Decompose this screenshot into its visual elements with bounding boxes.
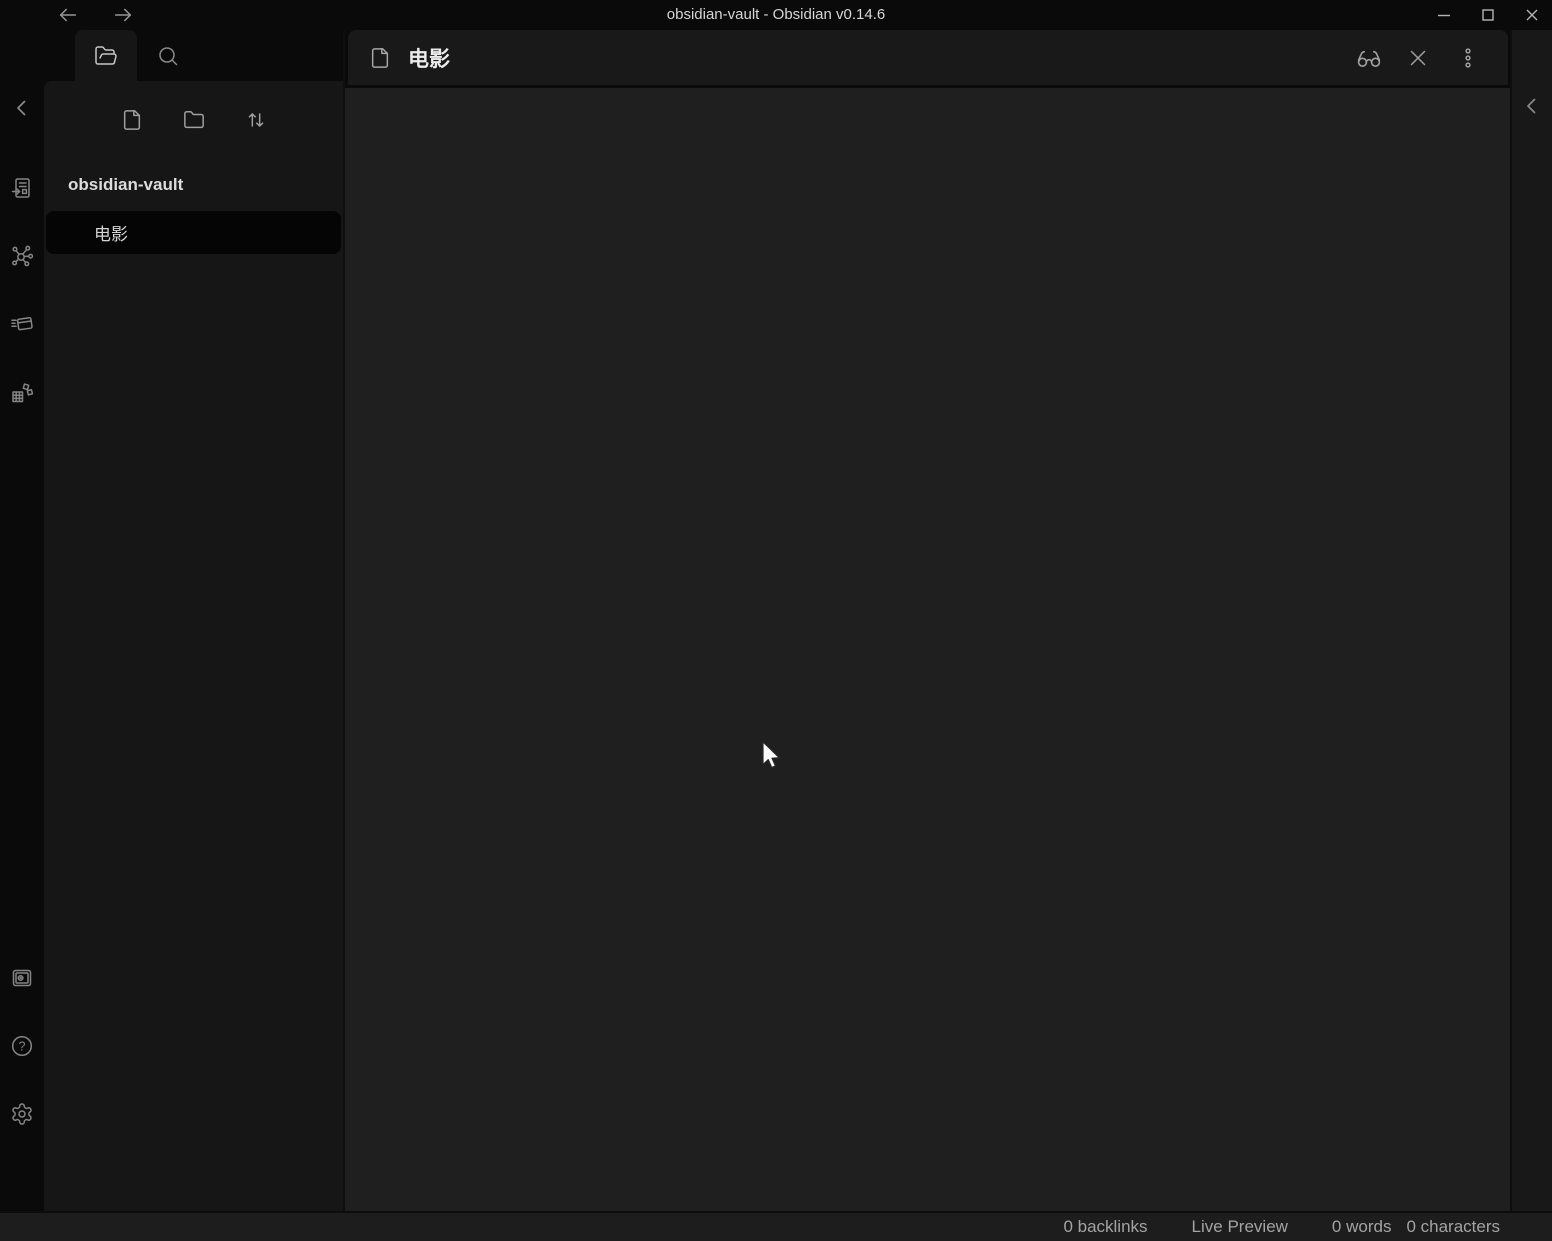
more-options-button[interactable] [1456,46,1480,70]
svg-text:?: ? [19,1039,26,1053]
new-folder-icon [183,109,205,131]
titlebar[interactable]: obsidian-vault - Obsidian v0.14.6 [0,0,1552,30]
close-icon [1406,46,1430,70]
word-count: 0 words [1332,1217,1392,1237]
vault-name: obsidian-vault [44,175,343,195]
reading-view-button[interactable] [1356,46,1380,70]
sort-order-icon [245,109,267,131]
reading-view-icon [1356,46,1382,72]
window-controls [1432,0,1544,30]
graph-view-button[interactable] [10,244,34,268]
maximize-button[interactable] [1476,3,1500,27]
chevron-left-icon [10,96,34,120]
quick-switcher-icon [10,176,34,200]
sidebar-tab-bar [44,30,343,81]
new-note-button[interactable] [121,109,143,131]
window-title: obsidian-vault - Obsidian v0.14.6 [0,0,1552,30]
settings-button[interactable] [10,1102,34,1126]
view-header: 电影 [348,30,1508,85]
expand-right-sidebar-button[interactable] [1520,94,1544,118]
main-pane: 电影 [345,30,1510,1211]
minimize-icon [1436,7,1452,23]
vault-switcher-button[interactable] [10,966,34,990]
character-count: 0 characters [1406,1217,1500,1237]
close-window-button[interactable] [1520,3,1544,27]
random-note-icon [10,380,34,404]
editor-mode-toggle[interactable]: Live Preview [1192,1217,1288,1237]
tab-file-explorer[interactable] [75,30,137,81]
new-folder-button[interactable] [183,109,205,131]
document-icon [369,47,391,69]
maximize-icon [1480,7,1496,23]
tab-search[interactable] [137,30,199,81]
search-icon [156,44,180,68]
left-ribbon: ? [0,30,44,1211]
settings-icon [10,1102,34,1126]
random-note-button[interactable] [10,380,34,404]
file-explorer-pane: obsidian-vault 电影 [44,81,343,1211]
file-tree-item-selected[interactable]: 电影 [46,211,341,254]
editor-area[interactable] [345,88,1510,1211]
left-sidebar: obsidian-vault 电影 [44,30,345,1211]
graph-view-icon [10,244,34,268]
sort-order-button[interactable] [245,109,267,131]
right-sidebar-collapsed [1510,30,1552,1211]
close-icon [1524,7,1540,23]
file-explorer-actions [44,81,343,131]
note-title: 电影 [408,43,450,73]
vault-switcher-icon [10,966,34,990]
quick-switcher-button[interactable] [10,176,34,200]
collapse-left-sidebar-button[interactable] [10,96,34,120]
more-options-icon [1456,46,1480,70]
new-note-icon [121,109,143,131]
new-zettelkasten-note-button[interactable] [10,312,34,336]
file-title: 电影 [94,220,128,245]
view-header-actions [1356,46,1480,70]
minimize-button[interactable] [1432,3,1456,27]
ribbon-bottom-actions: ? [10,966,34,1126]
help-button[interactable]: ? [10,1034,34,1058]
backlinks-count[interactable]: 0 backlinks [1063,1217,1147,1237]
status-bar: 0 backlinks Live Preview 0 words 0 chara… [0,1211,1552,1241]
chevron-left-icon [1520,94,1544,118]
close-tab-button[interactable] [1406,46,1430,70]
help-icon: ? [10,1034,34,1058]
folder-open-icon [94,44,118,68]
new-zettelkasten-note-icon [10,312,34,336]
ribbon-top-actions [10,176,34,404]
